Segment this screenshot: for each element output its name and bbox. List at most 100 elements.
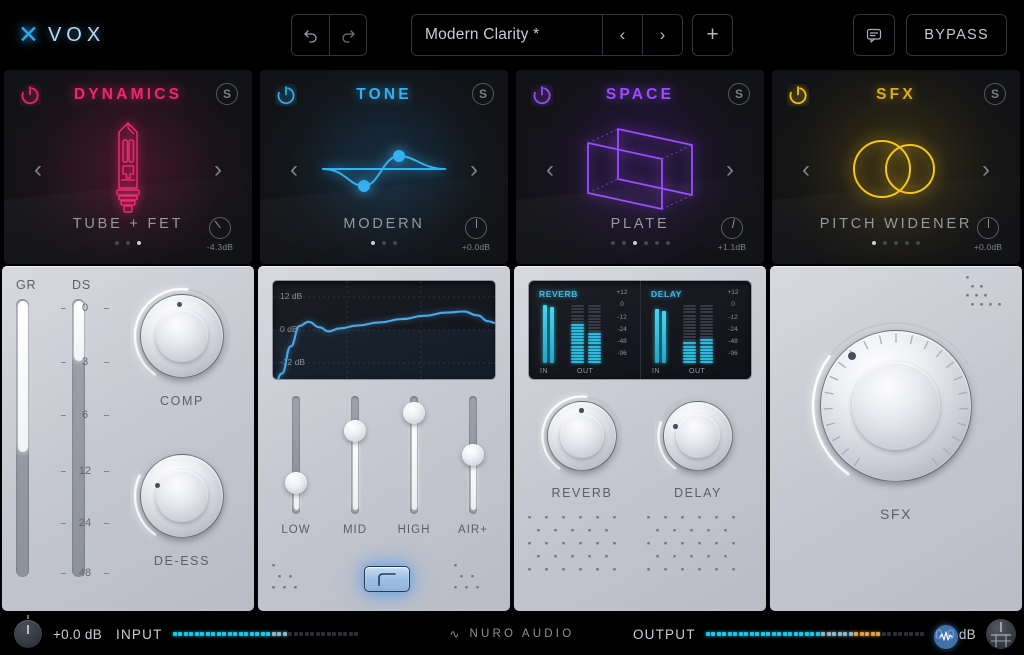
- redo-button[interactable]: [329, 15, 366, 55]
- meter-dot: [766, 632, 770, 636]
- reverb-in-bar-2: [550, 307, 554, 363]
- slider-thumb-low[interactable]: [285, 472, 307, 494]
- meter-segment: [700, 315, 713, 317]
- preset-prev-button[interactable]: ‹: [602, 15, 642, 55]
- meter-dot: [711, 632, 715, 636]
- slider-label-high: HIGH: [394, 524, 434, 536]
- solo-button-tone[interactable]: S: [472, 83, 494, 105]
- module-prev-sfx[interactable]: ‹: [794, 158, 818, 182]
- meter-segment: [588, 330, 601, 332]
- reverb-knob[interactable]: [538, 392, 626, 480]
- deess-knob-indicator: [155, 483, 160, 488]
- reverb-meter-title: REVERB: [539, 289, 578, 299]
- grille-dot: [579, 542, 582, 545]
- grille-dot: [283, 586, 286, 589]
- grille-dot: [724, 529, 727, 532]
- meter-dot: [733, 632, 737, 636]
- meter-dot: [283, 632, 287, 636]
- input-gain-knob[interactable]: [14, 620, 42, 648]
- meter-segment: [588, 358, 601, 360]
- grille-dot: [588, 529, 591, 532]
- grille-dot: [647, 516, 650, 519]
- delay-out-label: OUT: [689, 368, 705, 375]
- module-next-dynamics[interactable]: ›: [206, 158, 230, 182]
- knob-tick: [839, 362, 845, 367]
- solo-button-dynamics[interactable]: S: [216, 83, 238, 105]
- meter-segment: [683, 305, 696, 307]
- output-gain-knob[interactable]: [986, 619, 1016, 649]
- meter-scale: 036122448: [62, 299, 108, 577]
- meter-dot: [843, 632, 847, 636]
- undo-redo-group: [291, 14, 367, 56]
- vacuum-tube-icon: [95, 114, 161, 224]
- meter-segment: [571, 333, 584, 335]
- module-header-sfx: SFX S ‹ › PITCH WIDENER +0.0dB: [772, 70, 1020, 264]
- preset-next-button[interactable]: ›: [642, 15, 682, 55]
- grille-dot: [465, 586, 468, 589]
- bypass-button[interactable]: BYPASS: [906, 14, 1007, 56]
- meter-dot: [239, 632, 243, 636]
- meter-dot: [354, 632, 358, 636]
- module-art-space: [565, 114, 715, 224]
- meter-segment: [571, 358, 584, 360]
- meter-segment: [588, 361, 601, 363]
- module-prev-dynamics[interactable]: ‹: [26, 158, 50, 182]
- module-gain-dynamics[interactable]: -4.3dB: [198, 217, 242, 252]
- add-preset-button[interactable]: +: [692, 14, 733, 56]
- meter-track-gr[interactable]: [16, 299, 29, 577]
- meter-scale-tick: -48: [720, 339, 746, 346]
- meter-segment: [683, 355, 696, 357]
- module-prev-tone[interactable]: ‹: [282, 158, 306, 182]
- grille-dot: [537, 555, 540, 558]
- output-level-meter[interactable]: [706, 632, 925, 636]
- solo-button-space[interactable]: S: [728, 83, 750, 105]
- lowcut-filter-button[interactable]: [364, 566, 410, 592]
- eq-display[interactable]: 12 dB 0 dB -12 dB: [272, 280, 496, 380]
- input-db-value: +0.0 dB: [53, 627, 102, 642]
- module-gain-space[interactable]: +1.1dB: [710, 217, 754, 252]
- grille-dot: [460, 575, 463, 578]
- meter-dot: [761, 632, 765, 636]
- delay-scale: +120-12-24-48-96: [720, 290, 746, 364]
- module-prev-space[interactable]: ‹: [538, 158, 562, 182]
- meter-segment: [700, 342, 713, 344]
- deess-knob[interactable]: [130, 444, 234, 548]
- preset-name-field[interactable]: Modern Clarity *: [412, 15, 602, 55]
- module-next-space[interactable]: ›: [718, 158, 742, 182]
- slider-thumb-mid[interactable]: [344, 420, 366, 442]
- module-next-sfx[interactable]: ›: [974, 158, 998, 182]
- module-gain-tone[interactable]: +0.0dB: [454, 217, 498, 252]
- undo-button[interactable]: [292, 15, 329, 55]
- comment-button[interactable]: [853, 14, 895, 56]
- cursor-icon: [939, 630, 953, 644]
- comp-knob[interactable]: [130, 284, 234, 388]
- slider-thumb-high[interactable]: [403, 402, 425, 424]
- grille-dot: [690, 555, 693, 558]
- knob-tick: [880, 336, 882, 344]
- meter-dot: [827, 632, 831, 636]
- meter-segment: [571, 324, 584, 326]
- meter-segment: [683, 324, 696, 326]
- meter-segment: [571, 349, 584, 351]
- delay-in-bar-2: [662, 311, 666, 363]
- grille-dot: [454, 564, 457, 567]
- grille-dot: [647, 568, 650, 571]
- module-next-tone[interactable]: ›: [462, 158, 486, 182]
- solo-button-sfx[interactable]: S: [984, 83, 1006, 105]
- meter-segment: [571, 327, 584, 329]
- meter-segment: [700, 327, 713, 329]
- gain-reduction-meters: GR DS 036122448: [14, 278, 114, 598]
- meter-dot: [250, 632, 254, 636]
- slider-thumb-air[interactable]: [462, 444, 484, 466]
- grille-dot: [562, 516, 565, 519]
- meter-dot: [266, 632, 270, 636]
- module-panel-sfx: SFX: [770, 266, 1022, 611]
- input-level-meter[interactable]: [173, 632, 359, 636]
- grille-dot: [545, 568, 548, 571]
- grille-dot: [272, 564, 275, 567]
- meter-dot: [299, 632, 303, 636]
- sfx-knob[interactable]: [806, 316, 986, 496]
- module-gain-sfx[interactable]: +0.0dB: [966, 217, 1010, 252]
- delay-knob[interactable]: [654, 392, 742, 480]
- meter-segment: [588, 346, 601, 348]
